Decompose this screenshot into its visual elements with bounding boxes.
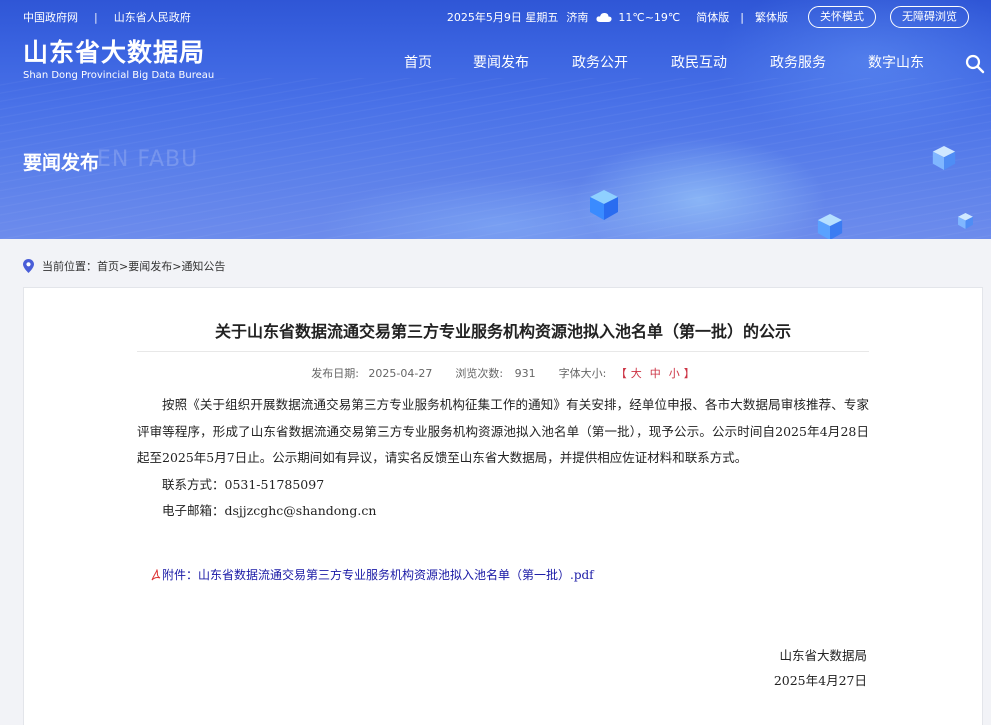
- pdf-file-icon: [151, 568, 161, 580]
- top-utility-bar: 中国政府网 | 山东省人民政府 2025年5月9日 星期五 济南 11℃~19℃…: [0, 0, 991, 34]
- cloud-icon: [596, 12, 612, 22]
- breadcrumb-label: 当前位置：: [42, 260, 97, 273]
- article-card: 关于山东省数据流通交易第三方专业服务机构资源池拟入池名单（第一批）的公示 发布日…: [23, 287, 983, 725]
- weather-temp: 11℃~19℃: [618, 10, 681, 24]
- nav-item-interaction[interactable]: 政民互动: [671, 52, 727, 72]
- accessibility-button[interactable]: 无障碍浏览: [890, 6, 969, 28]
- location-pin-icon: [23, 259, 34, 273]
- article-title: 关于山东省数据流通交易第三方专业服务机构资源池拟入池名单（第一批）的公示: [214, 322, 791, 341]
- care-mode-button[interactable]: 关怀模式: [808, 6, 876, 28]
- nav-item-home[interactable]: 首页: [404, 52, 432, 72]
- font-size-control: 【大中小】: [616, 367, 695, 380]
- font-size-medium-button[interactable]: 中: [650, 367, 661, 380]
- article-paragraph: 按照《关于组织开展数据流通交易第三方专业服务机构征集工作的通知》有关安排，经单位…: [137, 397, 869, 465]
- nav-item-open-affairs[interactable]: 政务公开: [572, 52, 628, 72]
- traditional-link[interactable]: 繁体版: [755, 9, 788, 25]
- view-count-label: 浏览次数:: [455, 367, 504, 380]
- cube-decoration-icon: [932, 146, 956, 170]
- sign-date: 2025年4月27日: [773, 673, 867, 688]
- province-gov-link[interactable]: 山东省人民政府: [114, 9, 191, 25]
- cube-decoration-icon: [958, 213, 973, 229]
- cube-decoration-icon: [590, 190, 618, 220]
- contact-phone: 联系方式：0531-51785097: [162, 476, 325, 492]
- header-banner: 中国政府网 | 山东省人民政府 2025年5月9日 星期五 济南 11℃~19℃…: [0, 0, 991, 239]
- current-date: 2025年5月9日 星期五: [446, 11, 559, 24]
- font-size-large-button[interactable]: 大: [631, 367, 642, 380]
- nav-item-news[interactable]: 要闻发布: [473, 52, 529, 72]
- section-ghost-text: EN FABU: [97, 147, 199, 172]
- weather-city: 济南: [566, 11, 589, 24]
- breadcrumb-home[interactable]: 首页: [97, 258, 119, 274]
- article-meta: 发布日期: 2025-04-27 浏览次数: 931 字体大小: 【大中小】: [24, 365, 982, 381]
- article-signature: 山东省大数据局 2025年4月27日: [774, 643, 867, 693]
- nav-item-services[interactable]: 政务服务: [770, 52, 826, 72]
- bracket-open: 【: [615, 367, 627, 380]
- breadcrumb-news[interactable]: 要闻发布: [128, 258, 172, 274]
- font-size-small-button[interactable]: 小: [669, 367, 680, 380]
- section-title: 要闻发布: [23, 152, 100, 174]
- title-divider: [137, 351, 869, 352]
- separator: |: [94, 10, 98, 24]
- cube-decoration-icon: [817, 214, 843, 239]
- attachment-text: 附件：山东省数据流通交易第三方专业服务机构资源池拟入池名单（第一批）.pdf: [162, 568, 594, 582]
- breadcrumb-separator: >: [119, 259, 129, 273]
- search-icon[interactable]: [965, 54, 985, 74]
- attachment-link[interactable]: 附件：山东省数据流通交易第三方专业服务机构资源池拟入池名单（第一批）.pdf: [151, 566, 594, 583]
- font-size-label: 字体大小:: [558, 367, 607, 380]
- view-count: 931: [514, 367, 536, 380]
- publish-date-label: 发布日期:: [311, 367, 359, 380]
- main-nav: 首页 要闻发布 政务公开 政民互动 政务服务 数字山东: [0, 52, 991, 76]
- bracket-close: 】: [683, 367, 695, 380]
- publish-date: 2025-04-27: [368, 367, 433, 380]
- separator: |: [740, 10, 744, 24]
- article-body: 按照《关于组织开展数据流通交易第三方专业服务机构征集工作的通知》有关安排，经单位…: [137, 392, 869, 525]
- breadcrumb-current[interactable]: 通知公告: [181, 258, 225, 274]
- contact-email: 电子邮箱：dsjjzcghc@shandong.cn: [162, 503, 377, 518]
- gov-portal-link[interactable]: 中国政府网: [23, 9, 78, 25]
- simplified-link[interactable]: 简体版: [696, 9, 729, 25]
- breadcrumb: 当前位置： 首页 > 要闻发布 > 通知公告: [23, 258, 225, 274]
- signer-name: 山东省大数据局: [779, 648, 867, 663]
- nav-item-digital-shandong[interactable]: 数字山东: [868, 52, 924, 72]
- breadcrumb-separator: >: [172, 259, 182, 273]
